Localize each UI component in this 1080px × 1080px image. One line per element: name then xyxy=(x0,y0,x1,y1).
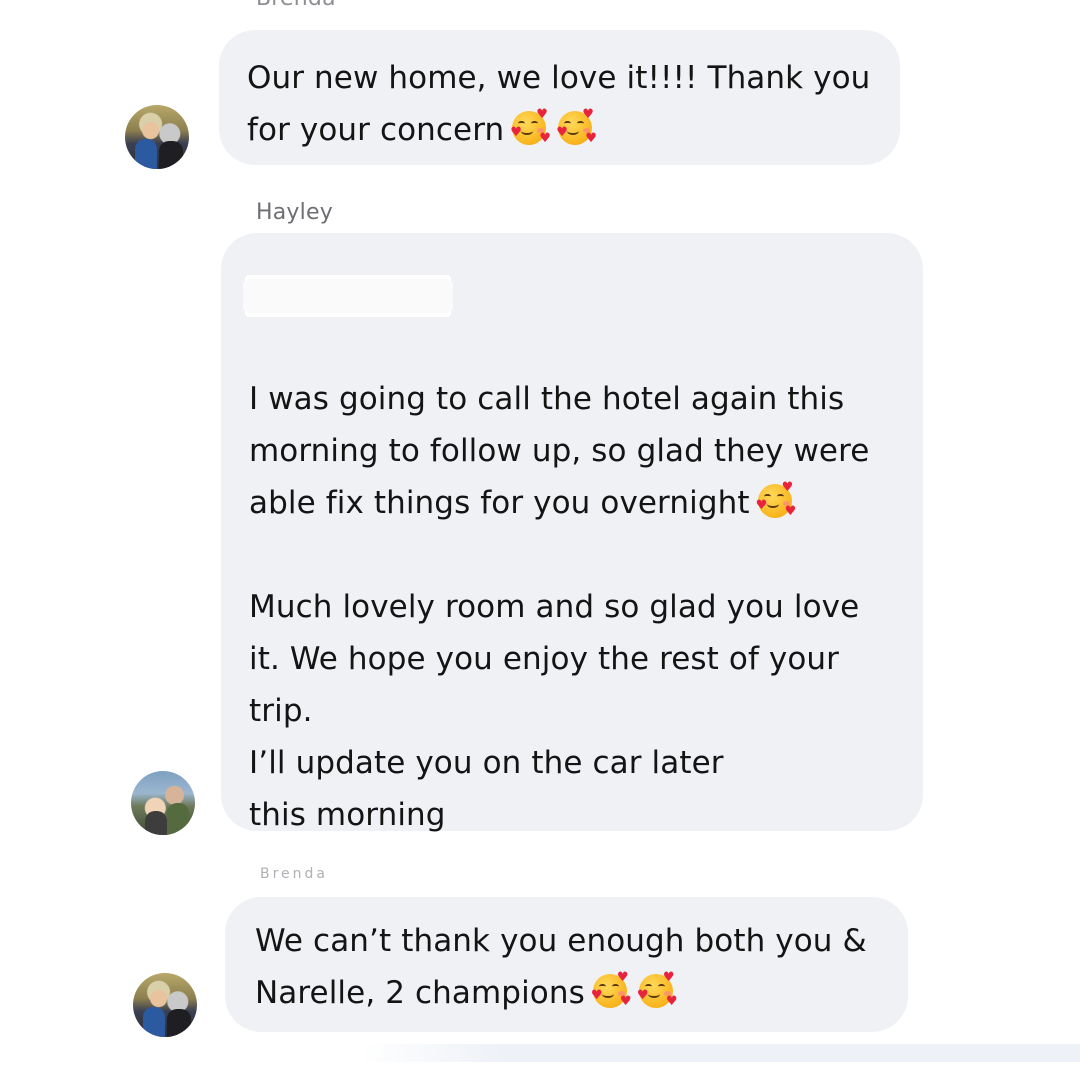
sender-name-brenda-bottom: Brenda xyxy=(260,866,329,882)
smiling-face-with-hearts-icon: ♥ ♥ ♥ xyxy=(590,970,632,1009)
message-3-line-1: We can’t thank you enough both you & xyxy=(255,923,867,959)
message-2-p1-line-2: morning to follow up, so glad they were xyxy=(249,433,870,469)
message-bubble-3[interactable]: We can’t thank you enough both you & Nar… xyxy=(225,897,908,1032)
message-2-p2-line-3: trip. xyxy=(249,693,313,729)
message-bubble-1[interactable]: Our new home, we love it!!!! Thank you f… xyxy=(219,30,900,165)
composer-edge xyxy=(360,1044,1080,1062)
message-1-line-1: Our new home, we love it!!!! Thank you xyxy=(247,60,871,96)
smiling-face-with-hearts-icon: ♥ ♥ ♥ xyxy=(755,480,797,519)
message-3-line-2: Narelle, 2 champions ♥ ♥ ♥ ♥ ♥ ♥ xyxy=(255,967,878,1019)
smiling-face-with-hearts-icon: ♥ ♥ ♥ xyxy=(556,107,598,146)
avatar-brenda[interactable] xyxy=(133,973,197,1037)
message-3-line-2-text: Narelle, 2 champions xyxy=(255,975,585,1011)
smiling-face-with-hearts-icon: ♥ ♥ ♥ xyxy=(510,107,552,146)
message-1-line-2: for your concern ♥ ♥ ♥ ♥ ♥ ♥ xyxy=(247,104,872,156)
message-2-p2-line-4: I’ll update you on the car later xyxy=(249,745,724,781)
message-1-line-2-text: for your concern xyxy=(247,112,505,148)
redacted-greeting: Hi Brenda, xyxy=(243,269,453,321)
message-2-p2-line-2: it. We hope you enjoy the rest of your xyxy=(249,641,840,677)
message-2-p1-line-3: able fix things for you overnight ♥ ♥ ♥ xyxy=(249,477,895,529)
avatar-hayley[interactable] xyxy=(131,771,195,835)
message-bubble-2[interactable]: Hi Brenda, I was going to call the hotel… xyxy=(221,233,923,833)
sender-name-brenda-top: Brenda xyxy=(256,0,336,11)
message-2-p2-line-5: this morning xyxy=(249,797,446,833)
smiling-face-with-hearts-icon: ♥ ♥ ♥ xyxy=(636,970,678,1009)
message-2-p1-line-3-text: able fix things for you overnight xyxy=(249,485,750,521)
sender-name-hayley: Hayley xyxy=(256,200,333,225)
message-2-p2-line-1: Much lovely room and so glad you love xyxy=(249,589,860,625)
message-2-p1-line-1: I was going to call the hotel again this xyxy=(249,381,845,417)
chat-thread: Brenda Our new home, we love it!!!! Than… xyxy=(0,0,1080,1080)
avatar-brenda[interactable] xyxy=(125,105,189,169)
